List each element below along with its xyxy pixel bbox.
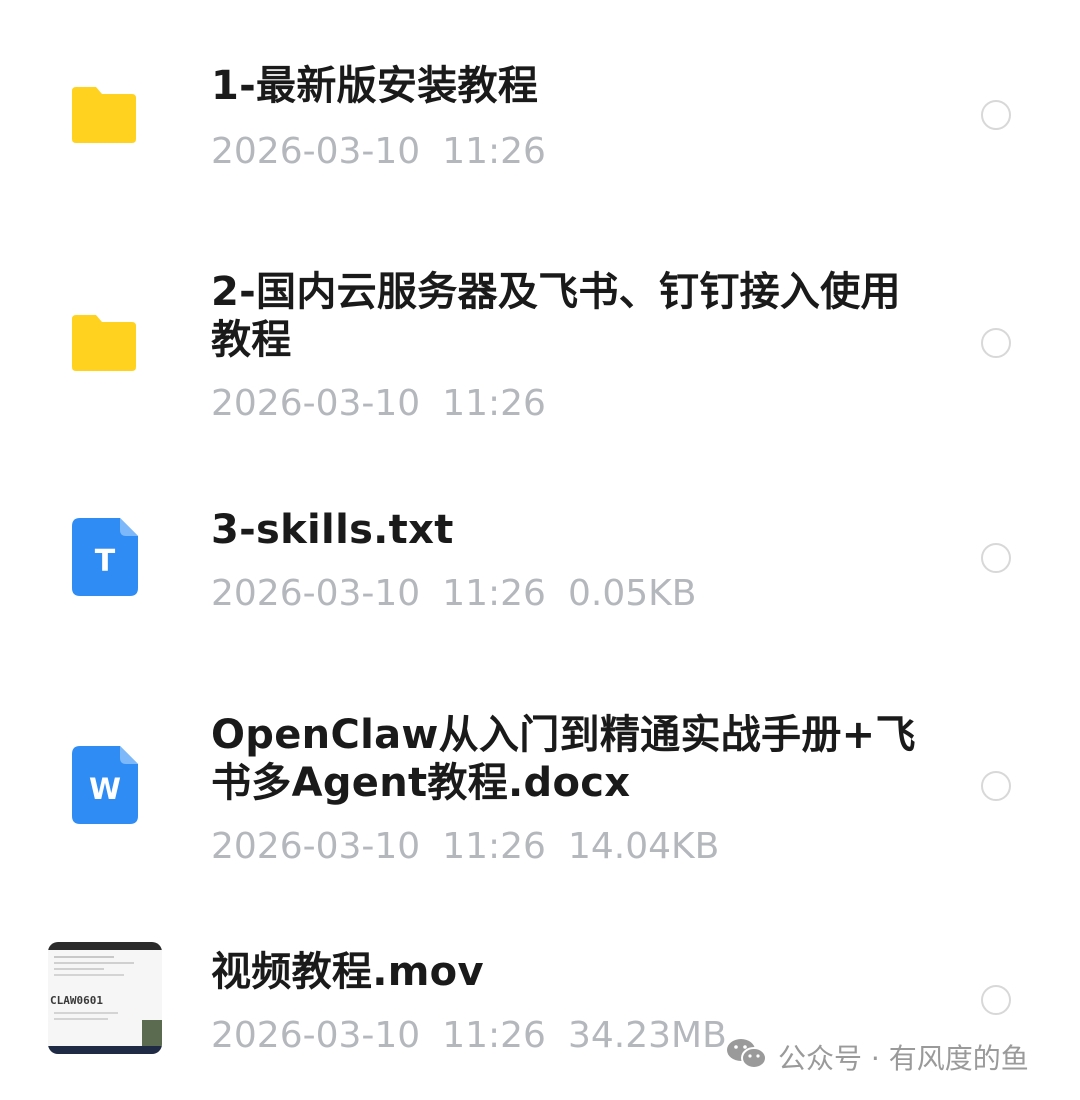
watermark: 公众号 · 有风度的鱼 — [726, 1037, 1029, 1077]
file-time: 11:26 — [442, 573, 546, 614]
watermark-text: 公众号 · 有风度的鱼 — [778, 1042, 1029, 1075]
folder-icon — [72, 315, 136, 371]
file-name: 1-最新版安装教程 — [211, 63, 539, 109]
file-meta: 2026-03-10 11:26 — [211, 132, 546, 172]
file-meta: 2026-03-10 11:26 0.05KB — [211, 574, 696, 614]
file-date: 2026-03-10 — [211, 1015, 421, 1056]
wechat-icon — [726, 1037, 778, 1078]
file-meta: 2026-03-10 11:26 34.23MB — [211, 1016, 727, 1056]
word-file-icon: W — [72, 746, 138, 824]
file-name: 2-国内云服务器及飞书、钉钉接入使用教程 — [211, 269, 901, 363]
txt-file-icon: T — [72, 518, 138, 596]
select-radio[interactable] — [981, 100, 1011, 130]
file-time: 11:26 — [442, 826, 546, 867]
file-size: 0.05KB — [567, 573, 697, 614]
file-date: 2026-03-10 — [211, 826, 421, 867]
file-time: 11:26 — [442, 131, 546, 172]
video-thumbnail-text: CLAW0601 — [50, 994, 103, 1007]
file-size: 14.04KB — [567, 826, 720, 867]
file-meta: 2026-03-10 11:26 14.04KB — [211, 827, 719, 867]
file-date: 2026-03-10 — [211, 573, 421, 614]
txt-file-letter: T — [95, 544, 116, 579]
file-name: OpenClaw从入门到精通实战手册+飞书多Agent教程.docx — [211, 712, 916, 806]
file-time: 11:26 — [442, 383, 546, 424]
file-size: 34.23MB — [567, 1015, 727, 1056]
select-radio[interactable] — [981, 771, 1011, 801]
folder-icon — [72, 87, 136, 143]
select-radio[interactable] — [981, 985, 1011, 1015]
video-thumbnail: CLAW0601 — [48, 942, 162, 1054]
select-radio[interactable] — [981, 328, 1011, 358]
word-file-letter: W — [89, 772, 121, 806]
file-name: 3-skills.txt — [211, 507, 454, 553]
file-date: 2026-03-10 — [211, 131, 421, 172]
file-meta: 2026-03-10 11:26 — [211, 384, 546, 424]
file-time: 11:26 — [442, 1015, 546, 1056]
file-name: 视频教程.mov — [211, 949, 484, 995]
file-date: 2026-03-10 — [211, 383, 421, 424]
select-radio[interactable] — [981, 543, 1011, 573]
